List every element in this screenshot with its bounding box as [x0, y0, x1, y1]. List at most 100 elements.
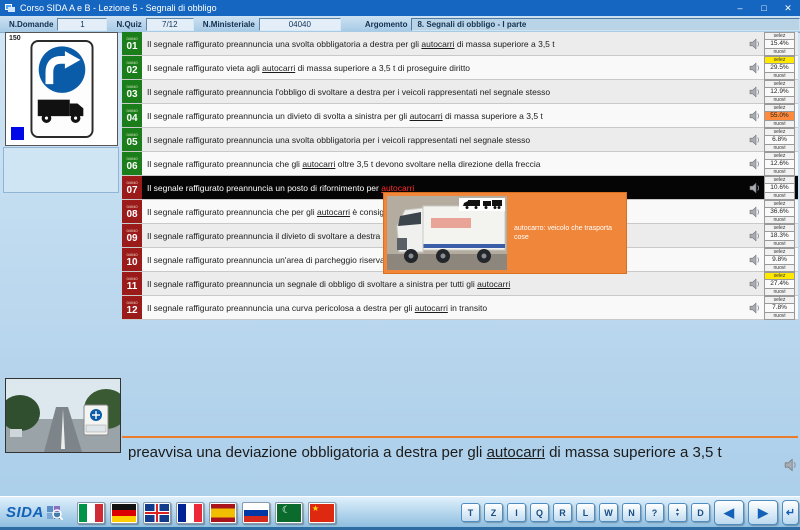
nuovi-button[interactable]: nuovi	[764, 216, 795, 224]
glossary-link[interactable]: autocarri	[410, 111, 443, 121]
key-button-d[interactable]: D	[691, 503, 710, 522]
question-text: Il segnale raffigurato preannuncia l'obb…	[142, 87, 749, 97]
audio-icon[interactable]	[749, 110, 761, 122]
ndomande-field: 1	[57, 18, 107, 31]
audio-icon[interactable]	[749, 302, 761, 314]
question-text: Il segnale raffigurato preannuncia una s…	[142, 39, 749, 49]
glossary-link[interactable]: autocarri	[317, 207, 350, 217]
nuovi-button[interactable]: nuovi	[764, 264, 795, 272]
audio-icon[interactable]	[749, 206, 761, 218]
glossary-link[interactable]: autocarri	[415, 303, 448, 313]
answer-glossary-link[interactable]: autocarri	[487, 444, 545, 461]
nuovi-button[interactable]: nuovi	[764, 72, 795, 80]
nministeriale-label: N.Ministeriale	[203, 20, 255, 29]
glossary-link[interactable]: autocarri	[302, 159, 335, 169]
key-button-t[interactable]: T	[461, 503, 480, 522]
selez-button[interactable]: selez	[764, 128, 795, 136]
nuovi-button[interactable]: nuovi	[764, 240, 795, 248]
flag-button-china[interactable]	[308, 502, 336, 524]
key-button-r[interactable]: R	[553, 503, 572, 522]
previous-question-button[interactable]: ◀	[714, 500, 744, 525]
truck-photo	[387, 196, 507, 270]
selez-button[interactable]: selez	[764, 152, 795, 160]
nuovi-button[interactable]: nuovi	[764, 192, 795, 200]
question-row[interactable]: 04040 03 Il segnale raffigurato preannun…	[122, 80, 798, 104]
question-row[interactable]: 04040 06 Il segnale raffigurato preannun…	[122, 152, 798, 176]
question-row[interactable]: 04040 04 Il segnale raffigurato preannun…	[122, 104, 798, 128]
close-button[interactable]: ✕	[776, 0, 800, 16]
spinner-button[interactable]: ▲ ▼	[668, 503, 687, 522]
pakistan-flag-icon	[277, 504, 301, 522]
key-button-help[interactable]: ?	[645, 503, 664, 522]
audio-icon[interactable]	[749, 182, 761, 194]
selez-button[interactable]: selez	[764, 104, 795, 112]
enter-button[interactable]: ↵	[782, 500, 799, 525]
answer-audio-icon[interactable]	[784, 458, 798, 472]
glossary-link[interactable]: autocarri	[421, 39, 454, 49]
nuovi-button[interactable]: nuovi	[764, 96, 795, 104]
flag-button-germany[interactable]	[110, 502, 138, 524]
question-number-badge: 04040 11	[122, 272, 142, 295]
selez-button[interactable]: selez	[764, 80, 795, 88]
selez-button[interactable]: selez	[764, 272, 795, 280]
question-stats: selez 9.8% nuovi	[764, 248, 795, 272]
selez-button[interactable]: selez	[764, 200, 795, 208]
audio-icon[interactable]	[749, 86, 761, 98]
key-button-n[interactable]: N	[622, 503, 641, 522]
spinner-down-icon[interactable]: ▼	[675, 513, 680, 518]
nministeriale-field: 04040	[259, 18, 341, 31]
selez-button[interactable]: selez	[764, 32, 795, 40]
flag-button-uk[interactable]	[143, 502, 171, 524]
flag-button-spain[interactable]	[209, 502, 237, 524]
glossary-link[interactable]: autocarri	[477, 279, 510, 289]
question-number-badge: 04040 07	[122, 176, 142, 199]
nuovi-button[interactable]: nuovi	[764, 168, 795, 176]
search-grid-icon[interactable]	[46, 505, 63, 520]
flag-button-russia[interactable]	[242, 502, 270, 524]
nuovi-button[interactable]: nuovi	[764, 120, 795, 128]
nuovi-button[interactable]: nuovi	[764, 144, 795, 152]
glossary-link[interactable]: autocarri	[381, 183, 414, 193]
selez-button[interactable]: selez	[764, 176, 795, 184]
question-text: Il segnale raffigurato preannuncia che g…	[142, 159, 749, 169]
question-row[interactable]: 04040 11 Il segnale raffigurato preannun…	[122, 272, 798, 296]
key-button-q[interactable]: Q	[530, 503, 549, 522]
road-scene-thumbnail[interactable]	[5, 378, 121, 453]
key-button-w[interactable]: W	[599, 503, 618, 522]
audio-icon[interactable]	[749, 134, 761, 146]
nuovi-button[interactable]: nuovi	[764, 288, 795, 296]
question-row[interactable]: 04040 05 Il segnale raffigurato preannun…	[122, 128, 798, 152]
maximize-button[interactable]: □	[752, 0, 776, 16]
audio-icon[interactable]	[749, 38, 761, 50]
audio-icon[interactable]	[749, 230, 761, 242]
spain-flag-icon	[211, 504, 235, 522]
minimize-button[interactable]: –	[728, 0, 752, 16]
selez-button[interactable]: selez	[764, 296, 795, 304]
flag-button-france[interactable]	[176, 502, 204, 524]
selez-button[interactable]: selez	[764, 224, 795, 232]
flag-button-pakistan[interactable]	[275, 502, 303, 524]
error-percentage: 18.3%	[764, 232, 795, 240]
nuovi-button[interactable]: nuovi	[764, 312, 795, 320]
flag-button-italy[interactable]	[77, 502, 105, 524]
sign-reference-number: 150	[9, 35, 21, 42]
key-button-i[interactable]: I	[507, 503, 526, 522]
selez-button[interactable]: selez	[764, 56, 795, 64]
nuovi-button[interactable]: nuovi	[764, 48, 795, 56]
audio-icon[interactable]	[749, 254, 761, 266]
question-row[interactable]: 04040 01 Il segnale raffigurato preannun…	[122, 32, 798, 56]
key-button-l[interactable]: L	[576, 503, 595, 522]
audio-icon[interactable]	[749, 158, 761, 170]
error-percentage: 10.6%	[764, 184, 795, 192]
language-flags	[77, 502, 336, 524]
key-button-z[interactable]: Z	[484, 503, 503, 522]
question-number-badge: 04040 06	[122, 152, 142, 175]
audio-icon[interactable]	[749, 278, 761, 290]
question-row[interactable]: 04040 12 Il segnale raffigurato preannun…	[122, 296, 798, 320]
question-number: 02	[126, 65, 137, 76]
selez-button[interactable]: selez	[764, 248, 795, 256]
next-question-button[interactable]: ▶	[748, 500, 778, 525]
question-row[interactable]: 04040 02 Il segnale raffigurato vieta ag…	[122, 56, 798, 80]
glossary-link[interactable]: autocarri	[262, 63, 295, 73]
audio-icon[interactable]	[749, 62, 761, 74]
